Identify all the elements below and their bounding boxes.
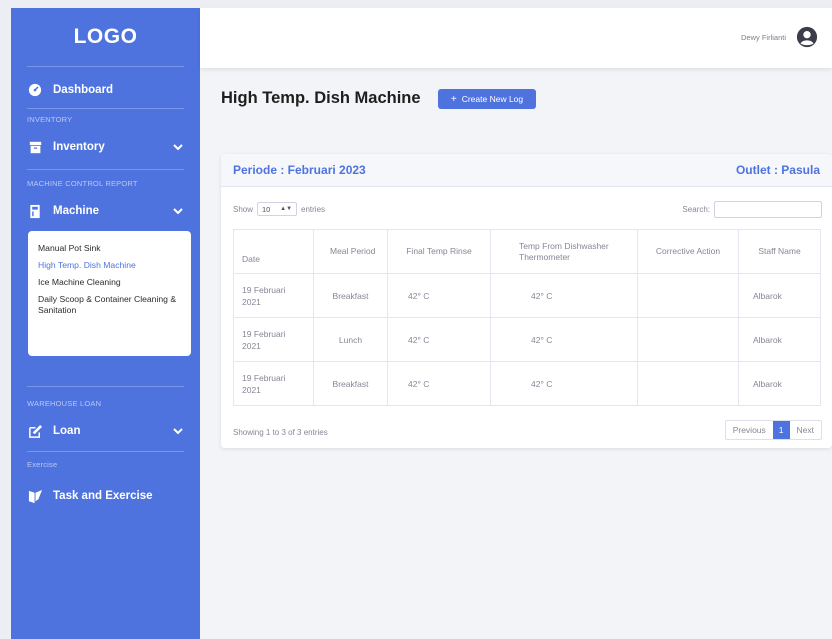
book-pen-icon <box>27 488 43 504</box>
machine-icon <box>27 203 43 219</box>
submenu-item-daily-scoop[interactable]: Daily Scoop & Container Cleaning & Sanit… <box>38 294 181 316</box>
outlet-label: Outlet : Pasula <box>735 163 820 177</box>
cell-staff-name: Albarok <box>738 361 821 406</box>
cell-staff-name: Albarok <box>738 317 821 362</box>
cell-date: 19 Februari 2021 <box>233 361 314 406</box>
table-controls: Show 10 ▲▼ entries Search: <box>221 187 832 221</box>
cell-meal-period: Lunch <box>313 317 388 362</box>
entries-value: 10 <box>262 204 271 214</box>
cell-meal-period: Breakfast <box>313 273 388 318</box>
cell-corrective-action <box>637 273 739 318</box>
cell-corrective-action <box>637 317 739 362</box>
machine-submenu: Manual Pot Sink High Temp. Dish Machine … <box>28 231 191 356</box>
section-label-exercise: Exercise <box>27 459 58 469</box>
user-menu[interactable]: Dewy Firlianti <box>741 26 818 48</box>
submenu-item-ice-machine-cleaning[interactable]: Ice Machine Cleaning <box>38 277 181 288</box>
column-header-final-temp-rinse[interactable]: Final Temp Rinse <box>387 229 491 274</box>
pagination-previous[interactable]: Previous <box>726 421 773 439</box>
chevron-down-icon <box>173 208 183 215</box>
log-card: Periode : Februari 2023 Outlet : Pasula … <box>221 154 832 448</box>
sidebar-item-task-exercise[interactable]: Task and Exercise <box>11 478 200 514</box>
sort-arrows-icon: ▲▼ <box>280 206 293 212</box>
pagination-next[interactable]: Next <box>790 421 821 439</box>
cell-date: 19 Februari 2021 <box>233 317 314 362</box>
sidebar-item-label: Machine <box>53 205 100 217</box>
sidebar-item-label: Task and Exercise <box>53 490 153 502</box>
column-header-meal-period[interactable]: Meal Period <box>313 229 388 274</box>
logo[interactable]: LOGO <box>11 8 200 66</box>
table-header-row: Date Meal Period Final Temp Rinse Temp F… <box>233 229 821 274</box>
column-header-dishwasher-temp[interactable]: Temp From Dishwasher Thermometer <box>490 229 638 274</box>
cell-dishwasher-temp: 42° C <box>490 361 638 406</box>
entries-select[interactable]: 10 ▲▼ <box>257 202 298 216</box>
topbar: Dewy Firlianti <box>200 8 832 68</box>
cell-final-temp-rinse: 42° C <box>387 273 491 318</box>
sidebar-item-label: Dashboard <box>53 84 114 96</box>
sidebar-item-inventory[interactable]: Inventory <box>11 129 200 165</box>
create-new-log-button[interactable]: + Create New Log <box>438 89 536 109</box>
column-header-staff-name[interactable]: Staff Name <box>738 229 821 274</box>
sidebar-divider <box>27 66 184 67</box>
column-header-date[interactable]: Date <box>233 229 314 274</box>
dashboard-icon <box>27 82 43 98</box>
create-new-log-label: Create New Log <box>461 94 524 104</box>
pagination: Previous 1 Next <box>724 420 822 440</box>
cell-dishwasher-temp: 42° C <box>490 273 638 318</box>
section-label-inventory: INVENTORY <box>27 114 73 124</box>
section-label-warehouse: WAREHOUSE LOAN <box>27 398 102 408</box>
entries-control: Show 10 ▲▼ entries <box>233 202 325 216</box>
cell-date: 19 Februari 2021 <box>233 273 314 318</box>
sidebar-divider <box>27 169 184 170</box>
cell-meal-period: Breakfast <box>313 361 388 406</box>
table-info: Showing 1 to 3 of 3 entries <box>233 428 328 437</box>
section-label-machine: MACHINE CONTROL REPORT <box>27 178 138 188</box>
search-control: Search: <box>682 201 822 218</box>
cell-final-temp-rinse: 42° C <box>387 361 491 406</box>
sidebar-item-loan[interactable]: Loan <box>11 413 200 449</box>
submenu-item-high-temp-dish-machine[interactable]: High Temp. Dish Machine <box>38 260 181 271</box>
sidebar-item-machine[interactable]: Machine <box>11 193 200 229</box>
pagination-page-current[interactable]: 1 <box>772 421 790 439</box>
table-row: 19 Februari 2021 Breakfast 42° C 42° C A… <box>233 361 821 406</box>
user-name: Dewy Firlianti <box>740 32 786 42</box>
plus-icon: + <box>450 93 457 105</box>
sidebar-item-label: Loan <box>53 425 81 437</box>
entries-label: entries <box>301 204 326 214</box>
cell-corrective-action <box>637 361 739 406</box>
periode-label: Periode : Februari 2023 <box>233 163 366 177</box>
search-input[interactable] <box>714 201 822 218</box>
card-header: Periode : Februari 2023 Outlet : Pasula <box>221 154 832 187</box>
log-table: Date Meal Period Final Temp Rinse Temp F… <box>233 229 821 406</box>
user-avatar-icon[interactable] <box>796 26 818 48</box>
sidebar-item-dashboard[interactable]: Dashboard <box>11 72 200 108</box>
sidebar-item-label: Inventory <box>53 141 105 153</box>
archive-icon <box>27 139 43 155</box>
sidebar: LOGO Dashboard INVENTORY Inventory MACHI… <box>11 8 200 639</box>
chevron-down-icon <box>173 144 183 151</box>
page-title: High Temp. Dish Machine <box>221 89 421 107</box>
edit-icon <box>27 423 43 439</box>
cell-final-temp-rinse: 42° C <box>387 317 491 362</box>
sidebar-divider <box>27 451 184 452</box>
chevron-down-icon <box>173 428 183 435</box>
show-label: Show <box>233 204 254 214</box>
table-row: 19 Februari 2021 Breakfast 42° C 42° C A… <box>233 273 821 318</box>
sidebar-divider <box>27 386 184 387</box>
submenu-item-manual-pot-sink[interactable]: Manual Pot Sink <box>38 243 181 254</box>
search-label: Search: <box>682 205 710 214</box>
cell-staff-name: Albarok <box>738 273 821 318</box>
table-row: 19 Februari 2021 Lunch 42° C 42° C Albar… <box>233 317 821 362</box>
column-header-corrective-action[interactable]: Corrective Action <box>637 229 739 274</box>
cell-dishwasher-temp: 42° C <box>490 317 638 362</box>
